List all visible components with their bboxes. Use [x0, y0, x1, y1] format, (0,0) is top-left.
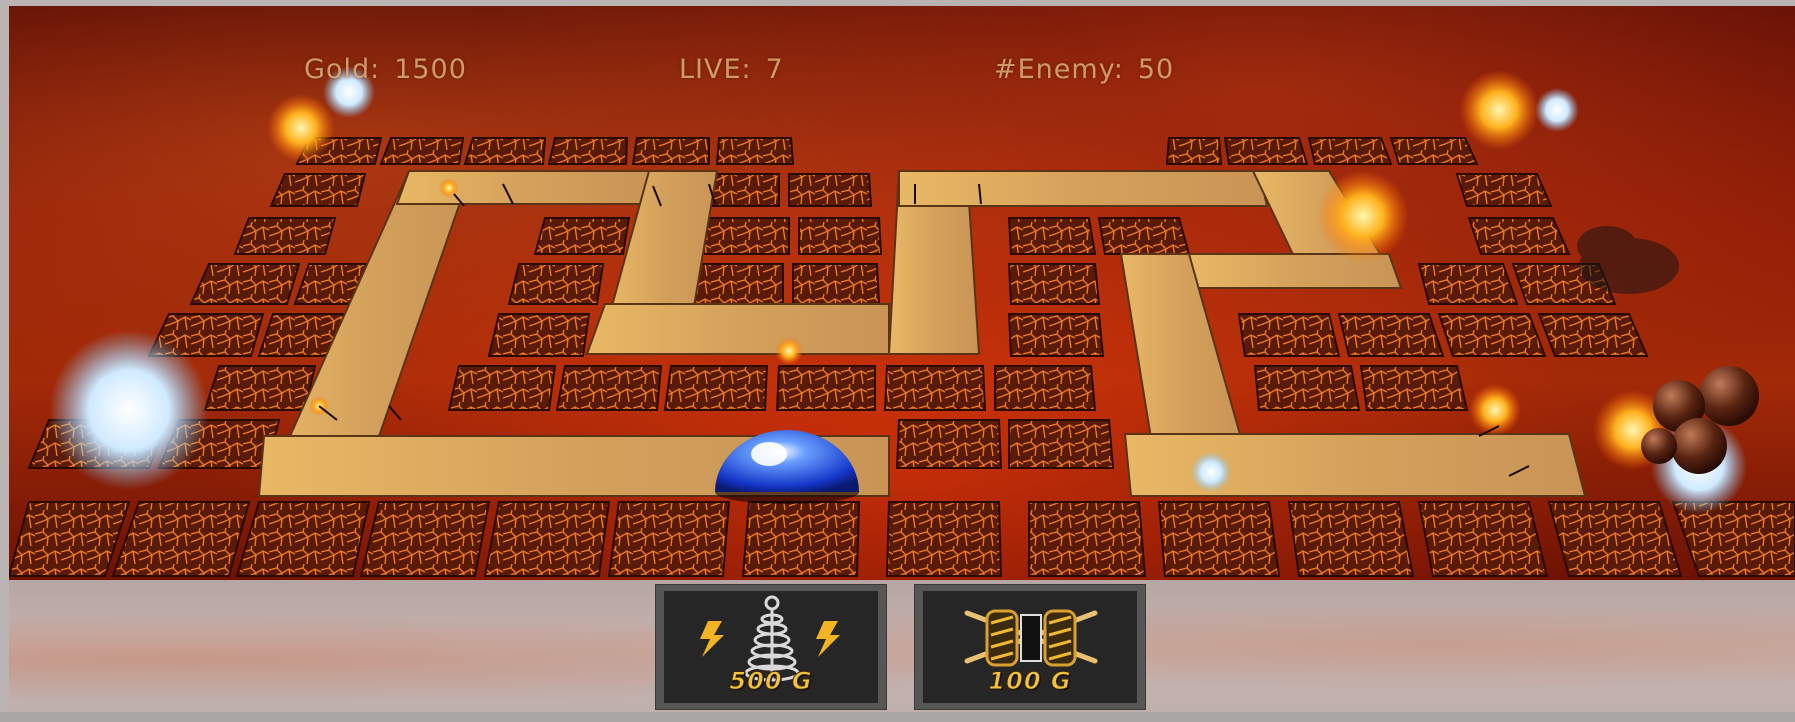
tesla-tower-button[interactable]: 500 G [655, 584, 887, 710]
tesla-tower-price: 500 G [729, 667, 813, 696]
barrier-wall-button[interactable]: 100 G [914, 584, 1146, 710]
lightning-bolt-left-icon [700, 621, 724, 657]
gold-value: 1500 [394, 54, 467, 85]
enemy-label: #Enemy: [994, 54, 1124, 85]
lives-value: 7 [765, 54, 784, 85]
gold-counter: Gold: 1500 [304, 54, 467, 85]
barrier-wall-card-inner: 100 G [923, 591, 1137, 703]
barrier-wall-price: 100 G [988, 667, 1072, 696]
game-viewport[interactable]: Gold: 1500 LIVE: 7 #Enemy: 50 [9, 6, 1795, 580]
dark-smoke [1577, 226, 1679, 294]
lightning-bolt-right-icon [816, 621, 840, 657]
tesla-tower-card-inner: 500 G [664, 591, 878, 703]
bottom-bar [0, 712, 1795, 722]
gold-label: Gold: [304, 54, 381, 85]
lives-counter: LIVE: 7 [679, 54, 784, 85]
enemy-value: 50 [1137, 54, 1175, 85]
lives-label: LIVE: [679, 54, 752, 85]
enemy-counter: #Enemy: 50 [994, 54, 1174, 85]
game-board[interactable] [9, 6, 1795, 580]
tower-shop-panel: 500 G 100 G [9, 580, 1795, 712]
